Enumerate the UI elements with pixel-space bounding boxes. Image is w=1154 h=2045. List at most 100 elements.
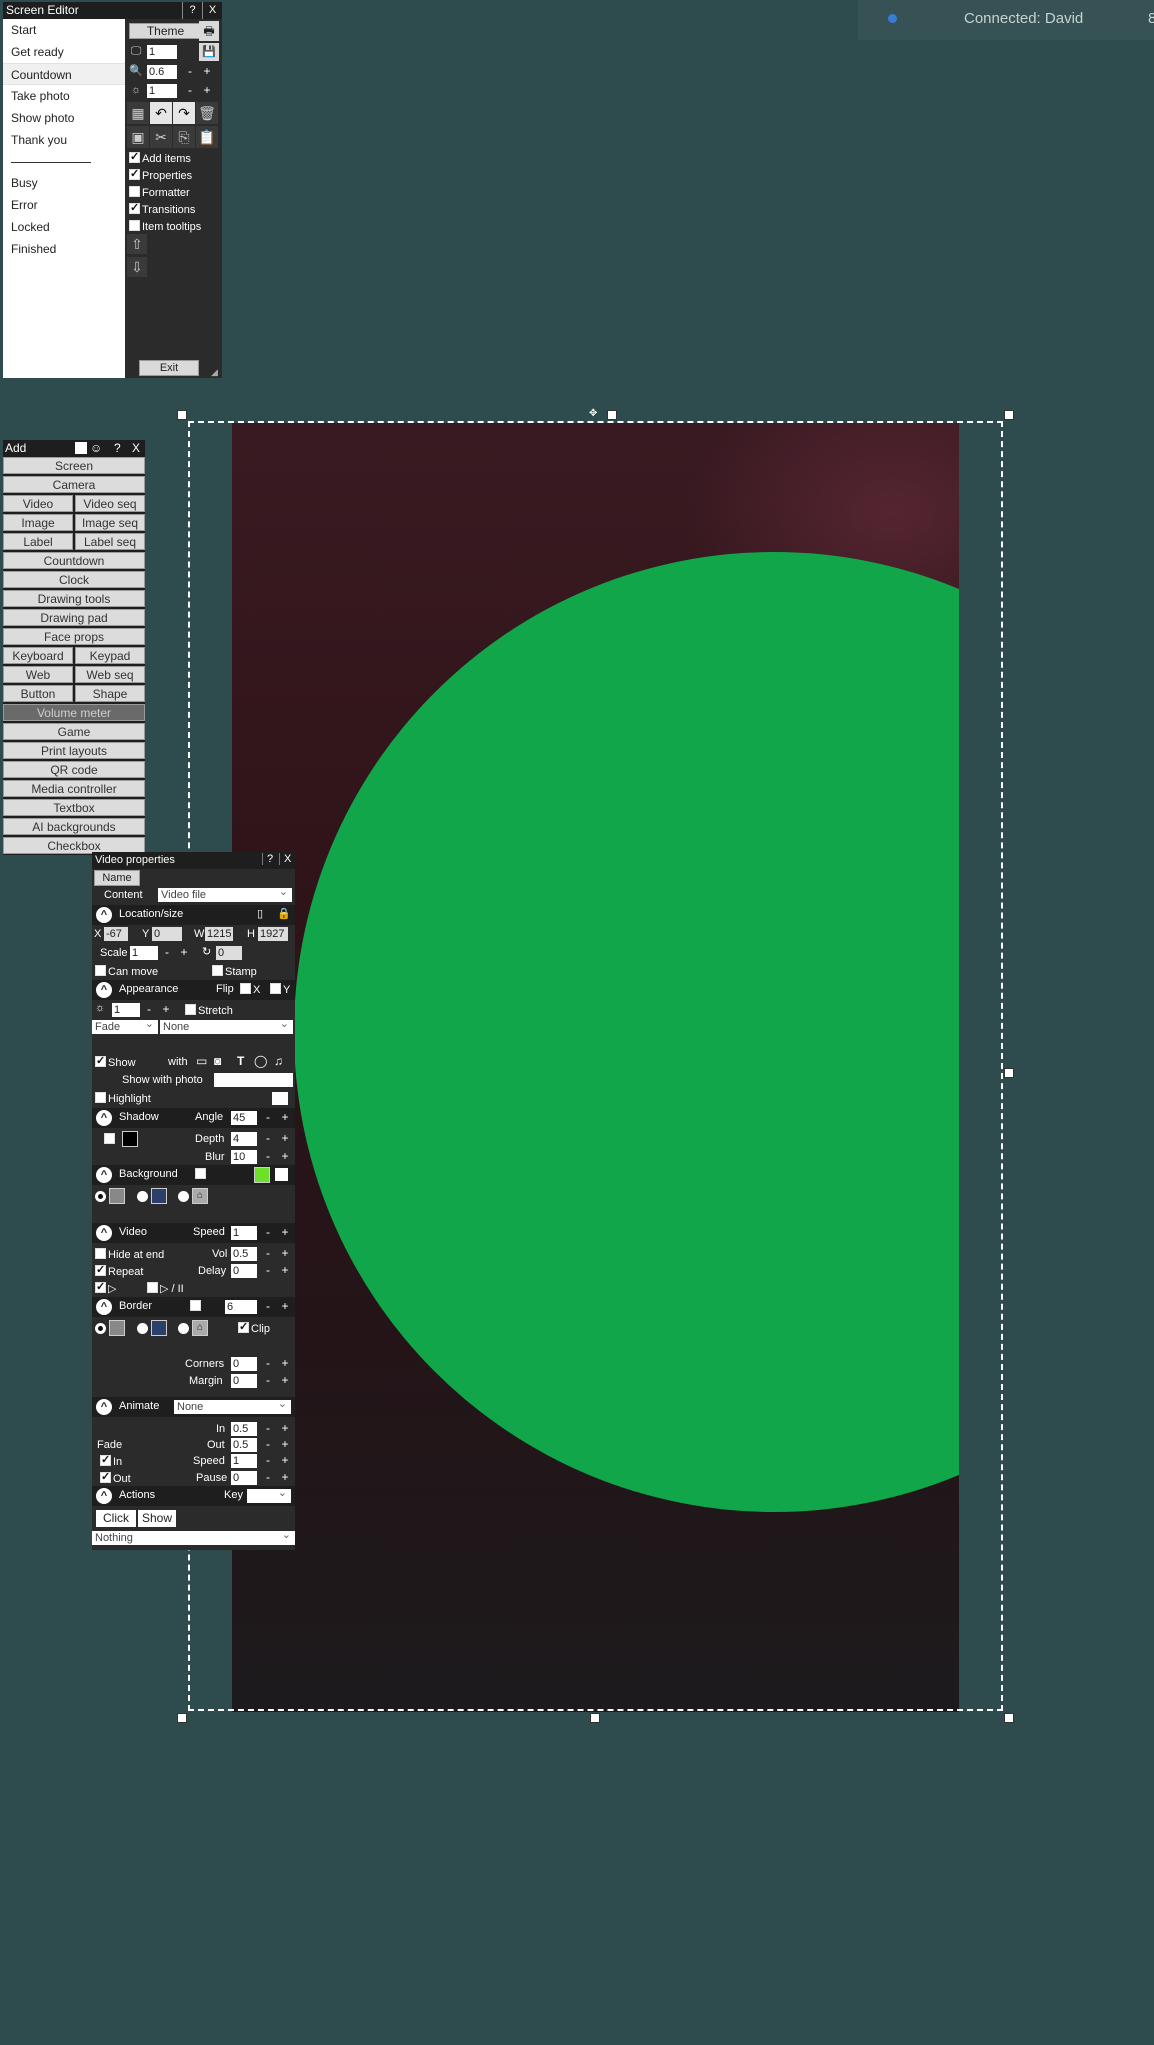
border-gray-swatch[interactable]: [109, 1320, 125, 1336]
hide-at-end-option[interactable]: Hide at end: [95, 1248, 164, 1261]
depth-input[interactable]: 4: [231, 1132, 257, 1146]
click-tab[interactable]: Click: [96, 1510, 136, 1527]
add-textbox-button[interactable]: Textbox: [3, 799, 145, 816]
redo-icon[interactable]: ↷: [173, 102, 195, 124]
highlight-option[interactable]: Highlight: [95, 1092, 151, 1105]
bg-radio-blue[interactable]: [137, 1191, 148, 1202]
select-icon[interactable]: ▣: [127, 126, 149, 148]
brightness-plus-button[interactable]: +: [200, 84, 214, 98]
checkbox-icon[interactable]: [270, 983, 281, 994]
checkbox-icon[interactable]: [238, 1320, 249, 1333]
vol-input[interactable]: 0.5: [231, 1247, 257, 1261]
monitor-select[interactable]: 1: [147, 45, 177, 59]
move-down-icon[interactable]: ⇩: [127, 257, 147, 277]
border-minus-button[interactable]: -: [261, 1300, 275, 1314]
screen-item-error[interactable]: Error: [3, 194, 125, 216]
add-drawing-tools-button[interactable]: Drawing tools: [3, 590, 145, 607]
border-blue-swatch[interactable]: [151, 1320, 167, 1336]
add-clock-button[interactable]: Clock: [3, 571, 145, 588]
add-web-button[interactable]: Web: [3, 666, 73, 683]
add-media-controller-button[interactable]: Media controller: [3, 780, 145, 797]
add-label-seq-button[interactable]: Label seq: [75, 533, 145, 550]
screen-item-thank-you[interactable]: Thank you: [3, 129, 125, 151]
pause-plus-button[interactable]: +: [278, 1471, 292, 1485]
checkbox-icon[interactable]: [95, 1092, 106, 1103]
anim-speed-minus-button[interactable]: -: [261, 1454, 275, 1468]
add-panel-titlebar[interactable]: Add ☺ ? X: [3, 440, 145, 456]
zoom-minus-button[interactable]: -: [183, 65, 197, 79]
pause-input[interactable]: 0: [231, 1471, 257, 1485]
collapse-chevron-icon[interactable]: ^: [96, 1299, 112, 1315]
add-button-button[interactable]: Button: [3, 685, 73, 702]
name-button[interactable]: Name: [94, 870, 140, 886]
highlight-color-swatch[interactable]: [272, 1092, 288, 1105]
screen-item-start[interactable]: Start: [3, 19, 125, 41]
with-bubble-icon[interactable]: ◯: [254, 1054, 267, 1068]
move-up-icon[interactable]: ⇧: [127, 234, 147, 254]
collapse-chevron-icon[interactable]: ^: [96, 907, 112, 923]
add-keyboard-button[interactable]: Keyboard: [3, 647, 73, 664]
collapse-chevron-icon[interactable]: ^: [96, 1167, 112, 1183]
add-keypad-button[interactable]: Keypad: [75, 647, 145, 664]
show-option[interactable]: Show: [95, 1054, 136, 1069]
with-camera-icon[interactable]: ▭: [196, 1054, 207, 1068]
screen-item-locked[interactable]: Locked: [3, 216, 125, 238]
play-pause-option[interactable]: ▷ / II: [147, 1282, 184, 1295]
option-transitions[interactable]: Transitions: [129, 201, 195, 216]
option-properties[interactable]: Properties: [129, 167, 192, 182]
cut-icon[interactable]: ✂: [150, 126, 172, 148]
add-video-seq-button[interactable]: Video seq: [75, 495, 145, 512]
depth-minus-button[interactable]: -: [261, 1132, 275, 1146]
checkbox-icon[interactable]: [195, 1168, 206, 1179]
angle-minus-button[interactable]: -: [261, 1111, 275, 1125]
help-button[interactable]: ?: [114, 440, 121, 456]
angle-plus-button[interactable]: +: [278, 1111, 292, 1125]
checkbox-icon[interactable]: [95, 1280, 106, 1293]
grid-icon[interactable]: ▦: [127, 102, 149, 124]
border-plus-button[interactable]: +: [278, 1300, 292, 1314]
delay-plus-button[interactable]: +: [278, 1264, 292, 1278]
content-select[interactable]: Video file: [158, 885, 292, 902]
background-enable-option[interactable]: [195, 1168, 208, 1181]
shadow-enable-option[interactable]: [104, 1133, 117, 1146]
checkbox-icon[interactable]: [100, 1453, 111, 1466]
lock-icon[interactable]: 🔒: [277, 907, 291, 920]
checkbox-icon[interactable]: [185, 1004, 196, 1015]
checkbox-icon[interactable]: [95, 1054, 106, 1067]
blur-minus-button[interactable]: -: [261, 1150, 275, 1164]
resize-handle-bottom-left[interactable]: [177, 1713, 187, 1723]
brightness-minus-button[interactable]: -: [183, 84, 197, 98]
vol-plus-button[interactable]: +: [278, 1247, 292, 1261]
opacity-plus-button[interactable]: +: [159, 1003, 173, 1017]
close-button[interactable]: X: [132, 440, 140, 456]
stamp-option[interactable]: Stamp: [212, 965, 257, 978]
show-with-photo-input[interactable]: [214, 1073, 293, 1087]
corners-plus-button[interactable]: +: [278, 1357, 292, 1371]
with-text-icon[interactable]: T: [237, 1054, 244, 1068]
bg-radio-gray[interactable]: [95, 1191, 106, 1202]
delay-input[interactable]: 0: [231, 1264, 257, 1278]
background-white-swatch[interactable]: [275, 1168, 288, 1181]
checkbox-icon[interactable]: [147, 1282, 158, 1293]
stretch-option[interactable]: Stretch: [185, 1004, 233, 1017]
appearance-header[interactable]: ^ Appearance Flip X Y: [92, 980, 295, 1000]
in-input[interactable]: 0.5: [231, 1422, 257, 1436]
location-size-header[interactable]: ^ Location/size ▯ 🔒: [92, 905, 295, 925]
animate-select[interactable]: None: [174, 1397, 291, 1414]
checkbox-icon[interactable]: [104, 1133, 115, 1144]
add-face-props-button[interactable]: Face props: [3, 628, 145, 645]
background-header[interactable]: ^ Background: [92, 1165, 295, 1185]
fade-out-option[interactable]: Out: [100, 1470, 131, 1485]
video-properties-titlebar[interactable]: Video properties ? X: [92, 852, 295, 869]
add-label-button[interactable]: Label: [3, 533, 73, 550]
action-select[interactable]: Nothing: [92, 1528, 295, 1545]
screen-item-finished[interactable]: Finished: [3, 238, 125, 260]
color-swatch-icon[interactable]: [75, 442, 87, 454]
copy-icon[interactable]: ⎘: [173, 126, 195, 148]
checkbox-icon[interactable]: [129, 167, 140, 180]
screen-item-busy[interactable]: Busy: [3, 172, 125, 194]
collapse-chevron-icon[interactable]: ^: [96, 1399, 112, 1415]
height-input[interactable]: 1927: [258, 927, 288, 941]
option-item-tooltips[interactable]: Item tooltips: [129, 220, 201, 233]
width-input[interactable]: 1215: [205, 927, 233, 941]
